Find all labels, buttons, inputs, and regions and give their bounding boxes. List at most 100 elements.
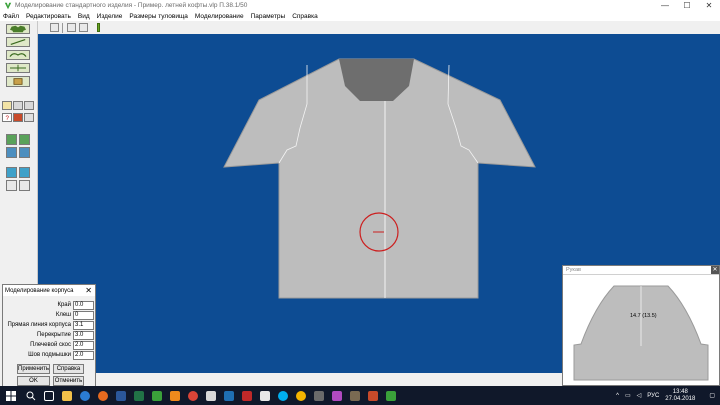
app-icon[interactable] [328, 386, 346, 405]
language-indicator[interactable]: РУС [647, 393, 659, 399]
field-row-flare: Клеш 0 [3, 311, 97, 320]
clock-time: 13:48 [672, 388, 688, 395]
sleeve-tool-icon[interactable] [6, 63, 30, 73]
cancel-button[interactable]: Отменить [53, 376, 84, 386]
menu-view[interactable]: Вид [78, 13, 90, 20]
undo-icon[interactable] [13, 113, 23, 122]
menu-file[interactable]: Файл [3, 13, 19, 20]
print-icon[interactable] [24, 101, 34, 110]
apply-button[interactable]: Применить [17, 364, 50, 374]
menu-body-sizes[interactable]: Размеры туловища [129, 13, 188, 20]
toolbar [38, 21, 720, 34]
clock[interactable]: 13:48 27.04.2018 [665, 389, 695, 403]
field-row-shoulder-slope: Плечевой скос 2.0 [3, 341, 97, 350]
open-folder-icon[interactable] [2, 101, 12, 110]
preview-close-icon[interactable]: ✕ [711, 266, 719, 274]
shape-a-icon[interactable] [6, 134, 17, 145]
tray-up-icon[interactable]: ^ [616, 393, 619, 399]
menu-parameters[interactable]: Параметры [251, 13, 286, 20]
sleeve-preview-panel: Рукав ✕ 14.7 (13.5) [562, 265, 720, 386]
back-view-icon[interactable] [19, 167, 30, 178]
gimp-icon[interactable] [346, 386, 364, 405]
pocket-tool-icon[interactable] [6, 76, 30, 87]
outline-a-icon[interactable] [6, 180, 17, 191]
pattern-app-icon[interactable] [382, 386, 400, 405]
app-icon[interactable] [148, 386, 166, 405]
sweater-icon[interactable] [6, 24, 30, 34]
task-view-icon[interactable] [40, 386, 58, 405]
skype-icon[interactable] [274, 386, 292, 405]
vlc-icon[interactable] [166, 386, 184, 405]
shape-d-icon[interactable] [19, 147, 30, 158]
explorer-icon[interactable] [58, 386, 76, 405]
shape-b-icon[interactable] [19, 134, 30, 145]
app-logo-icon [4, 2, 12, 9]
dialog-title-bar: Моделирование корпуса ✕ [3, 285, 95, 296]
edge-icon[interactable] [76, 386, 94, 405]
media-icon[interactable] [238, 386, 256, 405]
blank-page-icon[interactable] [24, 113, 34, 122]
volume-icon[interactable]: ◁ [637, 392, 642, 399]
save-icon[interactable] [13, 101, 23, 110]
photos-icon[interactable] [220, 386, 238, 405]
edge-input[interactable]: 0.0 [73, 301, 94, 310]
outline-b-icon[interactable] [19, 180, 30, 191]
toolbar-separator [62, 22, 63, 33]
menu-help[interactable]: Справка [292, 13, 318, 20]
line-tool-icon[interactable] [6, 37, 30, 47]
preview-title-bar: Рукав ✕ [563, 266, 719, 275]
grid-icon[interactable] [50, 23, 59, 32]
chrome-icon[interactable] [292, 386, 310, 405]
field-row-armpit-seam: Шов подмышки 2.0 [3, 351, 97, 360]
shoulder-slope-input[interactable]: 2.0 [73, 341, 94, 350]
system-tray: ^ ▭ ◁ РУС 13:48 27.04.2018 ▢ [616, 386, 720, 405]
close-button[interactable]: ✕ [698, 0, 720, 11]
camera-icon[interactable] [79, 23, 88, 32]
shape-c-icon[interactable] [6, 147, 17, 158]
menu-modeling[interactable]: Моделирование [195, 13, 244, 20]
armpit-seam-input[interactable]: 2.0 [73, 351, 94, 360]
sleeve-measurement: 14.7 (13.5) [630, 313, 657, 319]
settings-icon[interactable] [310, 386, 328, 405]
window-title: Моделирование стандартного изделия - При… [15, 2, 248, 9]
field-row-straight-body-line: Прямая линия корпуса 3.1 [3, 321, 97, 330]
help-icon[interactable]: ? [2, 113, 12, 122]
network-icon[interactable]: ▭ [625, 392, 631, 399]
camera-icon[interactable] [256, 386, 274, 405]
minimize-button[interactable]: — [654, 0, 676, 11]
field-label: Прямая линия корпуса [7, 322, 71, 328]
excel-icon[interactable] [130, 386, 148, 405]
taskbar: ^ ▭ ◁ РУС 13:48 27.04.2018 ▢ [0, 386, 720, 405]
maximize-button[interactable]: ☐ [676, 0, 698, 11]
chrome-icon[interactable] [184, 386, 202, 405]
printer-icon[interactable] [67, 23, 76, 32]
field-label: Край [57, 302, 71, 308]
straight-body-line-input[interactable]: 3.1 [73, 321, 94, 330]
word-icon[interactable] [112, 386, 130, 405]
progress-bar-icon [97, 23, 100, 32]
overlap-input[interactable]: 3.0 [73, 331, 94, 340]
dialog-title: Моделирование корпуса [5, 287, 74, 294]
notification-icon[interactable]: ▢ [709, 392, 715, 399]
start-icon[interactable] [0, 386, 22, 405]
dialog-close-icon[interactable]: ✕ [85, 285, 92, 296]
flare-input[interactable]: 0 [73, 311, 94, 320]
field-row-overlap: Перекрытие 3.0 [3, 331, 97, 340]
menu-edit[interactable]: Редактировать [26, 13, 71, 20]
paint-icon[interactable] [202, 386, 220, 405]
search-icon[interactable] [22, 386, 40, 405]
vector-icon[interactable] [364, 386, 382, 405]
field-label: Плечевой скос [30, 342, 71, 348]
front-view-icon[interactable] [6, 167, 17, 178]
menu-garment[interactable]: Изделие [97, 13, 123, 20]
firefox-icon[interactable] [94, 386, 112, 405]
clock-date: 27.04.2018 [665, 395, 696, 402]
help-button[interactable]: Справка [53, 364, 84, 374]
menu-bar: Файл Редактировать Вид Изделие Размеры т… [0, 11, 720, 21]
shoulder-tool-icon[interactable] [6, 50, 30, 60]
ok-button[interactable]: OK [17, 376, 50, 386]
field-label: Клеш [55, 312, 71, 318]
body-modeling-dialog: Моделирование корпуса ✕ Край 0.0 Клеш 0 … [2, 284, 96, 387]
field-row-edge: Край 0.0 [3, 301, 97, 310]
svg-text:?: ? [5, 115, 9, 121]
